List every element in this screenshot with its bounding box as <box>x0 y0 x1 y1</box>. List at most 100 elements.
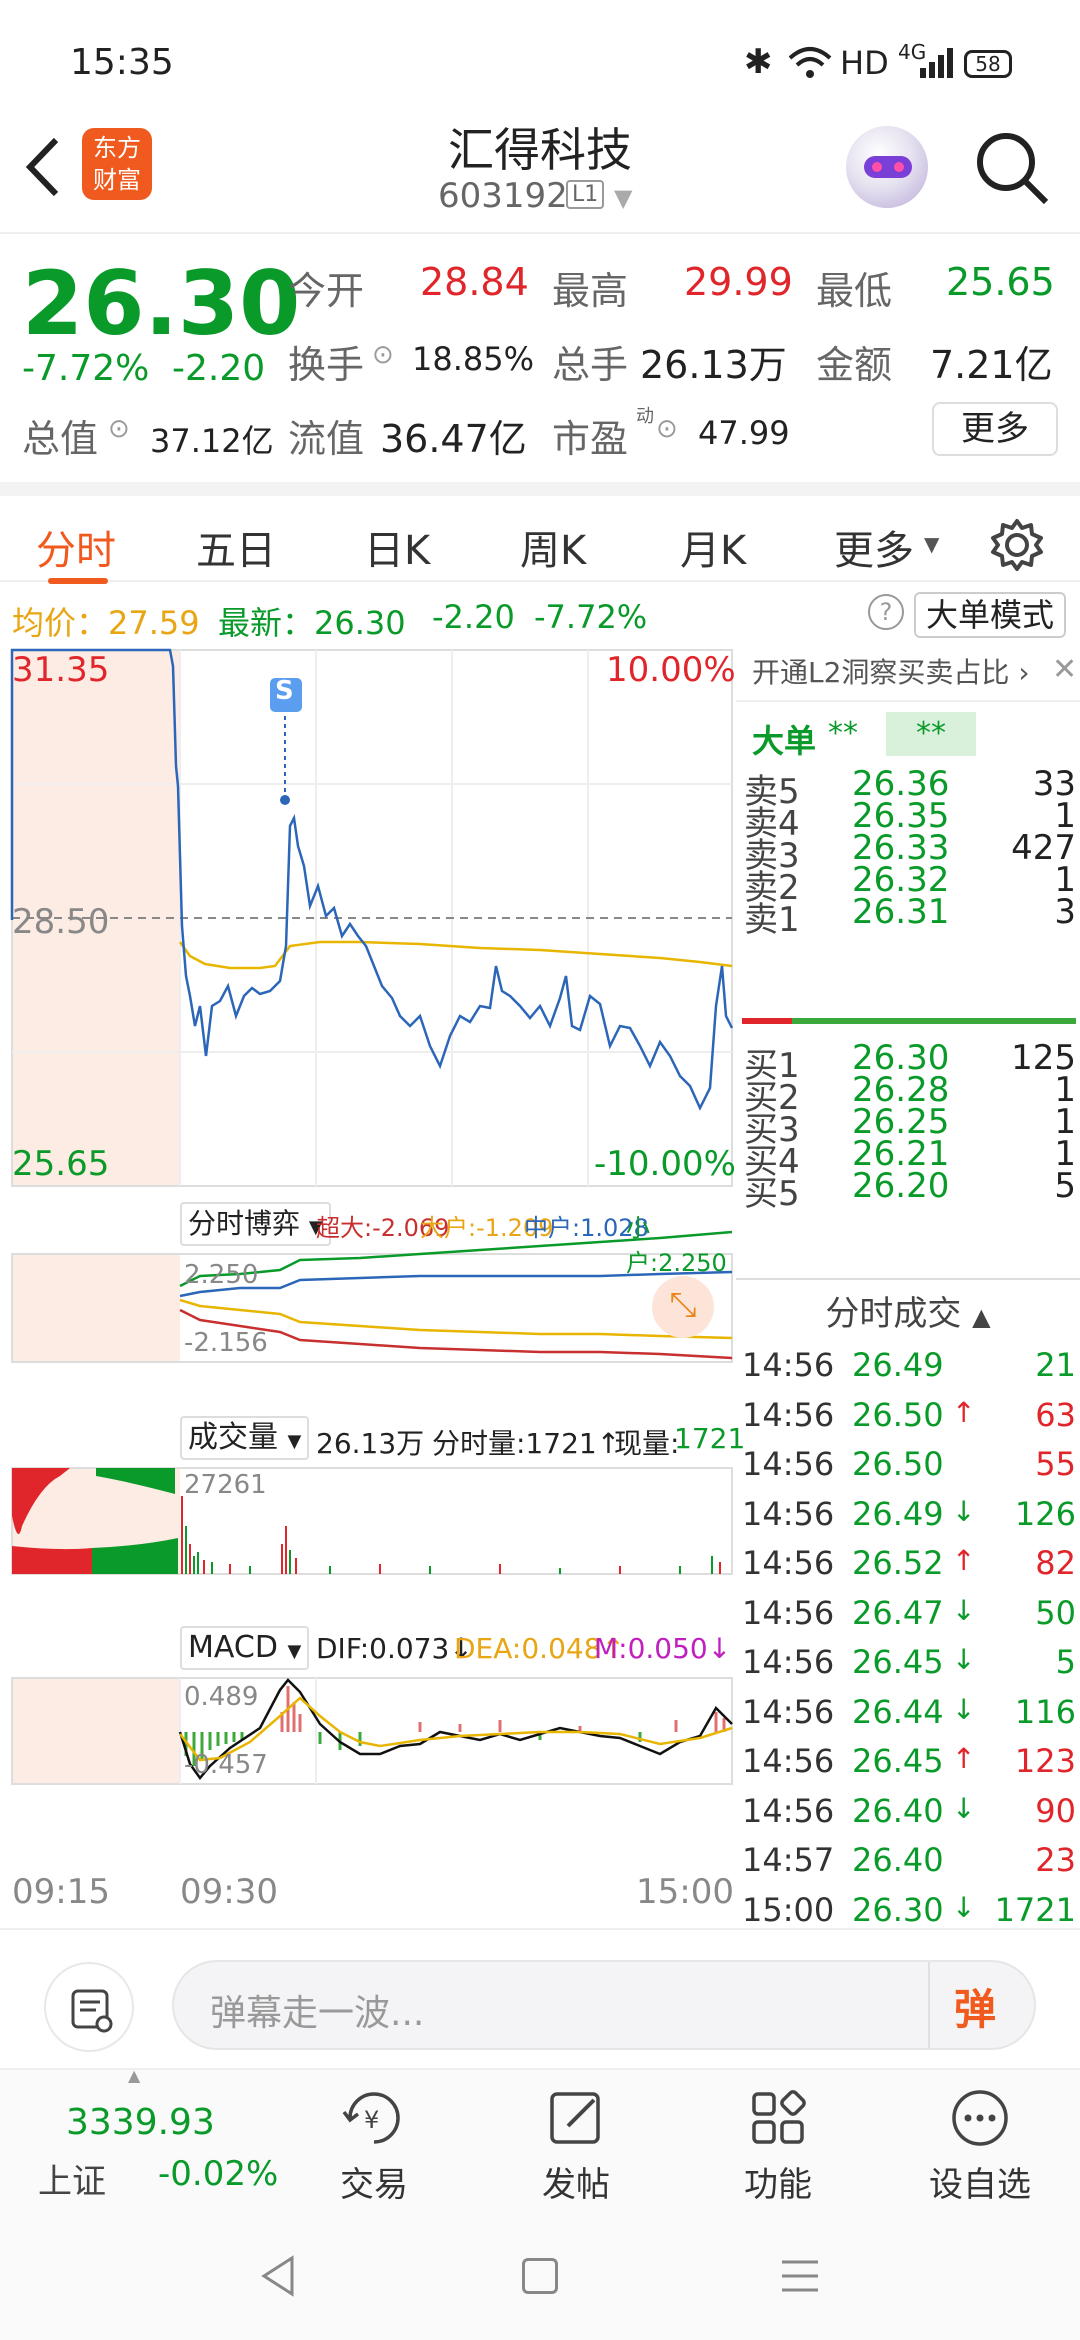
macd-indicator-select[interactable]: MACD ▼ <box>180 1626 310 1670</box>
big-order-label: 大单 <box>752 722 817 760</box>
info-icon[interactable]: ⊙ <box>656 414 678 444</box>
macd-indicator-label: MACD <box>188 1630 278 1665</box>
level-badge[interactable]: L1 <box>566 180 605 209</box>
big-order-value-1: ** <box>828 716 858 751</box>
robot-assistant-icon[interactable] <box>846 126 928 208</box>
low-label: 最低 <box>816 269 893 313</box>
trade-volume: 126 <box>1014 1494 1076 1533</box>
ask-row[interactable]: 卖1 26.31 3 <box>736 892 1080 940</box>
quote-summary: 26.30 -7.72% -2.20 总值 ⊙ 37.12亿 今开 28.84 … <box>0 232 1080 480</box>
index-name: 上证 <box>38 2162 106 2202</box>
time-axis-close: 15:00 <box>636 1872 734 1912</box>
tab-weekly-k[interactable]: 周K <box>520 518 586 576</box>
l2-banner[interactable]: 开通L2洞察买卖占比 › <box>736 646 1080 702</box>
search-icon[interactable] <box>974 130 1050 206</box>
trade-price: 26.50 <box>852 1395 944 1434</box>
price-change: -2.20 <box>172 348 266 389</box>
trade-direction-icon: ↓ <box>952 1791 976 1825</box>
low-value: 25.65 <box>946 260 1055 304</box>
close-icon[interactable]: ✕ <box>1052 652 1077 687</box>
price-info-line: 均价：27.59 最新：26.30 -2.20 -7.72% ? 大单模式 <box>0 584 1080 646</box>
volume-now: 1721 <box>674 1422 746 1455</box>
open-value: 28.84 <box>420 260 529 304</box>
battery-level: 58 <box>975 52 1001 76</box>
index-pct: -0.02% <box>158 2154 279 2194</box>
ask-price: 26.31 <box>852 892 950 932</box>
time-axis-open: 09:30 <box>180 1872 278 1912</box>
trade-volume: 5 <box>1055 1643 1076 1681</box>
more-dots-icon <box>952 2090 1008 2146</box>
trade-price: 26.49 <box>852 1494 944 1533</box>
index-ticker[interactable]: 3339.93 上证 -0.02% <box>10 2080 290 2202</box>
latest-change: -2.20 <box>432 598 515 636</box>
function-button[interactable]: 功能 <box>678 2070 878 2206</box>
trade-volume: 21 <box>1035 1346 1076 1384</box>
game-axis-min: -2.156 <box>184 1328 268 1358</box>
tab-five-day[interactable]: 五日 <box>196 518 276 576</box>
trade-volume: 116 <box>1014 1692 1076 1731</box>
danmu-bar: 弹幕走一波... 弹 <box>0 1928 1080 2068</box>
system-back-icon[interactable] <box>258 2254 298 2298</box>
bottom-toolbar: ▲ 3339.93 上证 -0.02% ¥ 交易 发帖 功能 设自选 <box>0 2066 1080 2208</box>
post-button[interactable]: 发帖 <box>476 2070 676 2206</box>
grid-icon <box>752 2090 806 2144</box>
danmu-input[interactable]: 弹幕走一波... 弹 <box>172 1960 1036 2050</box>
settings-gear-icon[interactable] <box>990 518 1044 572</box>
game-indicator-select[interactable]: 分时博弈 ▼ <box>180 1202 331 1246</box>
trade-direction-icon: ↓ <box>952 1643 976 1676</box>
status-time: 15:35 <box>70 42 174 83</box>
app-logo: 东方 财富 <box>82 128 152 200</box>
macd-m: M:0.050↓ <box>594 1632 732 1665</box>
logo-text-2: 财富 <box>93 166 141 194</box>
add-watchlist-button[interactable]: 设自选 <box>880 2070 1080 2206</box>
trade-time: 14:56 <box>742 1692 835 1731</box>
tab-intraday[interactable]: 分时 <box>36 518 116 576</box>
tab-daily-k[interactable]: 日K <box>364 518 430 576</box>
price-axis-mid: 28.50 <box>12 902 110 942</box>
trade-time: 14:56 <box>742 1791 835 1830</box>
info-icon[interactable]: ⊙ <box>108 414 130 444</box>
mktcap-value: 37.12亿 <box>150 422 274 460</box>
info-icon[interactable]: ⊙ <box>372 340 394 370</box>
post-label: 发帖 <box>542 2165 610 2205</box>
turnover-label: 换手 <box>288 343 365 387</box>
volume-indicator-select[interactable]: 成交量 ▼ <box>180 1416 310 1460</box>
game-indicator-label: 分时博弈 <box>188 1207 301 1240</box>
trade-direction-icon: ↓ <box>952 1494 976 1528</box>
system-home-icon[interactable] <box>522 2258 558 2294</box>
big-order-mode-button[interactable]: 大单模式 <box>914 592 1067 638</box>
trades-title-text: 分时成交 <box>825 1294 962 1334</box>
ask-level-label: 卖1 <box>744 900 800 940</box>
trade-time: 14:56 <box>742 1395 835 1434</box>
intraday-chart-area[interactable]: 31.35 28.50 25.65 10.00% -10.00% S 分时博弈 … <box>0 646 745 1926</box>
more-button[interactable]: 更多 <box>932 402 1058 456</box>
chart-svg <box>10 648 734 1785</box>
trade-volume: 82 <box>1035 1544 1076 1582</box>
help-icon[interactable]: ? <box>868 594 904 630</box>
tab-monthly-k[interactable]: 月K <box>680 518 746 576</box>
trades-title[interactable]: 分时成交 ▲ <box>736 1286 1080 1335</box>
index-value: 3339.93 <box>66 2102 215 2143</box>
small-value: 小户:2.250 <box>626 1214 727 1277</box>
danmu-send-button[interactable]: 弹 <box>954 1976 996 2037</box>
trade-button[interactable]: ¥ 交易 <box>274 2070 474 2206</box>
danmu-settings-icon[interactable] <box>44 1962 134 2052</box>
dropdown-icon: ▼ <box>287 1431 302 1452</box>
system-menu-icon[interactable] <box>780 2258 820 2294</box>
trade-direction-icon: ↑ <box>952 1544 976 1577</box>
pct-axis-min: -10.00% <box>594 1144 736 1184</box>
trade-row: 14:56 26.50 ↑ 63 <box>736 1396 1080 1445</box>
trade-time: 15:00 <box>742 1890 835 1929</box>
bid-row[interactable]: 买5 26.20 5 <box>736 1166 1080 1214</box>
battery-icon: 58 <box>964 50 1012 78</box>
volume-minute: 分时量:1721↑ <box>432 1427 621 1460</box>
volume-indicator-label: 成交量 <box>188 1420 278 1455</box>
trade-time: 14:57 <box>742 1841 835 1879</box>
trade-direction-icon: ↓ <box>952 1692 976 1726</box>
level-dropdown-icon[interactable]: ▼ <box>614 184 632 212</box>
expand-icon[interactable]: ⤡ <box>652 1276 714 1338</box>
tab-more-dropdown-icon[interactable]: ▼ <box>924 532 939 556</box>
tab-more[interactable]: 更多 <box>834 518 914 576</box>
high-value: 29.99 <box>684 260 793 304</box>
back-icon[interactable] <box>22 136 62 198</box>
